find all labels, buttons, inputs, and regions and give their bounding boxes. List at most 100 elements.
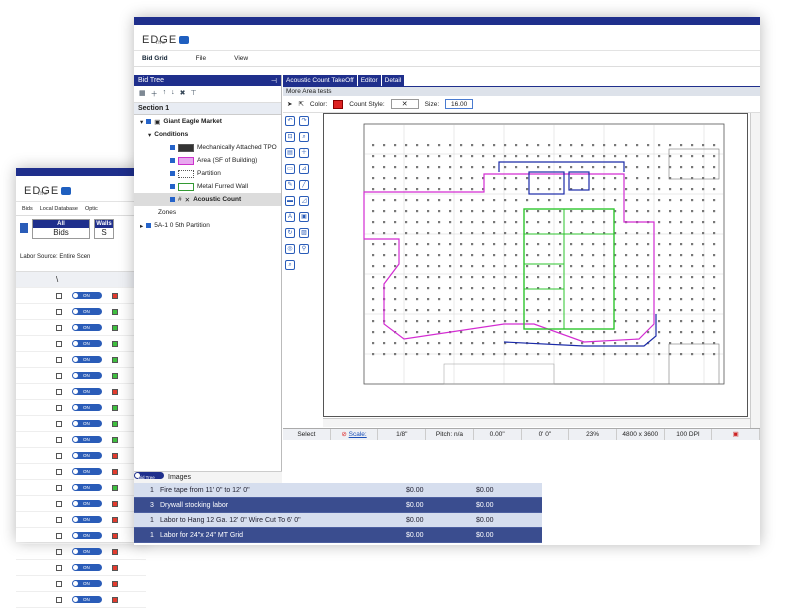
row-checkbox[interactable] — [56, 596, 62, 603]
globe-icon[interactable]: ◎ — [285, 244, 295, 254]
tab-images[interactable]: Images — [164, 472, 195, 483]
toggle-switch[interactable]: ON — [72, 420, 102, 427]
row-checkbox[interactable] — [56, 468, 62, 475]
select-all-icon[interactable]: ⇱ — [298, 100, 303, 108]
all-bids-button[interactable]: All Bids — [32, 219, 90, 239]
menu-options[interactable]: Optic — [85, 206, 98, 212]
menu-bids[interactable]: Bids — [22, 206, 33, 212]
row-checkbox[interactable] — [56, 452, 62, 459]
tab-acoustic-count[interactable]: Acoustic Count TakeOff — [283, 75, 357, 86]
toggle-switch[interactable]: ON — [72, 340, 102, 347]
zoom-icon[interactable]: ⌕ — [299, 132, 309, 142]
row-checkbox[interactable] — [56, 292, 62, 299]
tab-editor[interactable]: Editor — [357, 75, 381, 86]
tree-icon[interactable]: ⊤ — [191, 89, 197, 99]
bid-item-row[interactable]: 1 Fire tape from 11' 0" to 12' 0" $0.00 $0.… — [134, 483, 542, 498]
comment-icon[interactable]: ▭ — [285, 164, 295, 174]
tree-zones[interactable]: Zones — [134, 206, 281, 219]
tab-detail[interactable]: Detail — [381, 75, 405, 86]
toggle-switch[interactable]: ON — [72, 500, 102, 507]
toggle-switch[interactable]: ON — [72, 452, 102, 459]
select-icon[interactable]: ➤ — [287, 100, 292, 108]
tree-condition-partition[interactable]: Partition — [134, 167, 281, 180]
row-checkbox[interactable] — [56, 580, 62, 587]
move-down-icon[interactable]: ↓ — [171, 89, 175, 99]
text-icon[interactable]: A — [285, 212, 295, 222]
labor-source-select[interactable]: Entire Scen — [59, 254, 90, 260]
color-swatch[interactable] — [333, 99, 344, 109]
row-checkbox[interactable] — [56, 564, 62, 571]
area-icon[interactable]: ◿ — [299, 196, 309, 206]
move-up-icon[interactable]: ↑ — [163, 89, 167, 99]
menu-local-database[interactable]: Local Database — [40, 206, 78, 212]
toggle-switch[interactable]: ON — [72, 436, 102, 443]
toggle-switch[interactable]: ON — [72, 404, 102, 411]
row-checkbox[interactable] — [56, 420, 62, 427]
count-style-select[interactable]: ✕ — [390, 99, 419, 109]
toggle-switch[interactable]: ON — [72, 308, 102, 315]
toggle-switch[interactable]: ON — [72, 324, 102, 331]
vertical-scrollbar[interactable] — [750, 113, 760, 428]
toggle-switch[interactable]: ON — [72, 372, 102, 379]
walls-button[interactable]: Walls S — [94, 219, 114, 239]
bid-item-row[interactable]: 3 Drywall stocking labor $0.00 $0.00 — [134, 498, 542, 513]
tree-condition-tpo[interactable]: Mechanically Attached TPO — [134, 141, 281, 154]
tree-condition-area[interactable]: Area (SF of Building) — [134, 154, 281, 167]
pencil-icon[interactable]: ✎ — [285, 180, 295, 190]
layers-icon[interactable]: ▤ — [285, 148, 295, 158]
size-input[interactable]: 16.00 — [445, 99, 474, 109]
toggle-switch[interactable]: ON — [72, 356, 102, 363]
flag-icon[interactable]: ▣ — [712, 429, 761, 440]
row-checkbox[interactable] — [56, 484, 62, 491]
delete-icon[interactable]: ✖ — [180, 89, 186, 99]
tree-project[interactable]: ▾ ▣ Giant Eagle Market — [134, 115, 281, 128]
toggle-switch[interactable]: ON — [72, 548, 102, 555]
toggle-switch[interactable]: ON — [72, 580, 102, 587]
bid-item-row[interactable]: 1 Labor for 24"x 24" MT Grid $0.00 $0.00 — [134, 528, 542, 543]
row-checkbox[interactable] — [56, 356, 62, 363]
tree-condition-metal-furred[interactable]: Metal Furred Wall — [134, 180, 281, 193]
search-icon[interactable]: ⌕ — [285, 260, 295, 270]
horizontal-scrollbar[interactable] — [323, 418, 750, 427]
row-checkbox[interactable] — [56, 500, 62, 507]
drawing-canvas[interactable] — [323, 113, 748, 417]
row-checkbox[interactable] — [56, 532, 62, 539]
zoom-fit-icon[interactable]: ⊡ — [285, 132, 295, 142]
toggle-switch[interactable]: ON — [72, 484, 102, 491]
status-scale[interactable]: ⊘ Scale: — [331, 429, 379, 440]
toggle-switch[interactable]: ON — [72, 388, 102, 395]
pin-icon[interactable]: ⊣ — [271, 77, 277, 85]
link-icon[interactable]: ⚲ — [299, 244, 309, 254]
toggle-switch[interactable]: ON — [72, 516, 102, 523]
menu-bid-grid[interactable]: Bid Grid — [142, 55, 168, 62]
add-icon[interactable]: ＋ — [151, 89, 158, 99]
undo-icon[interactable]: ↶ — [285, 116, 295, 126]
section-header[interactable]: Section 1 — [134, 103, 281, 115]
picture-icon[interactable]: ▨ — [299, 228, 309, 238]
refresh-icon[interactable]: ↻ — [285, 228, 295, 238]
menu-file[interactable]: File — [196, 55, 206, 62]
toggle-switch[interactable]: ON — [72, 532, 102, 539]
grid-icon[interactable]: ▦ — [139, 89, 146, 99]
tab-bid-tree[interactable]: Bid Tree — [134, 472, 164, 480]
menu-view[interactable]: View — [234, 55, 248, 62]
status-scale-value[interactable]: 1/8" — [378, 429, 427, 440]
row-checkbox[interactable] — [56, 308, 62, 315]
line-icon[interactable]: ╱ — [299, 180, 309, 190]
toggle-switch[interactable]: ON — [72, 468, 102, 475]
toggle-switch[interactable]: ON — [72, 564, 102, 571]
toggle-switch[interactable]: ON — [72, 596, 102, 603]
image-icon[interactable]: ▣ — [299, 212, 309, 222]
shape-icon[interactable]: ▬ — [285, 196, 295, 206]
tree-condition-acoustic[interactable]: # ✕ Acoustic Count — [134, 193, 281, 206]
row-checkbox[interactable] — [56, 516, 62, 523]
tree-conditions[interactable]: ▾ Conditions — [134, 128, 281, 141]
row-checkbox[interactable] — [56, 372, 62, 379]
bid-item-row[interactable]: 1 Labor to Hang 12 Ga. 12' 0" Wire Cut To… — [134, 513, 542, 528]
zoom-in-icon[interactable]: ＋ — [299, 148, 309, 158]
row-checkbox[interactable] — [56, 436, 62, 443]
list-icon[interactable] — [20, 223, 28, 233]
tree-zone[interactable]: ▸ 5A-1 0 5th Partition — [134, 219, 281, 232]
row-checkbox[interactable] — [56, 404, 62, 411]
redo-icon[interactable]: ↷ — [299, 116, 309, 126]
